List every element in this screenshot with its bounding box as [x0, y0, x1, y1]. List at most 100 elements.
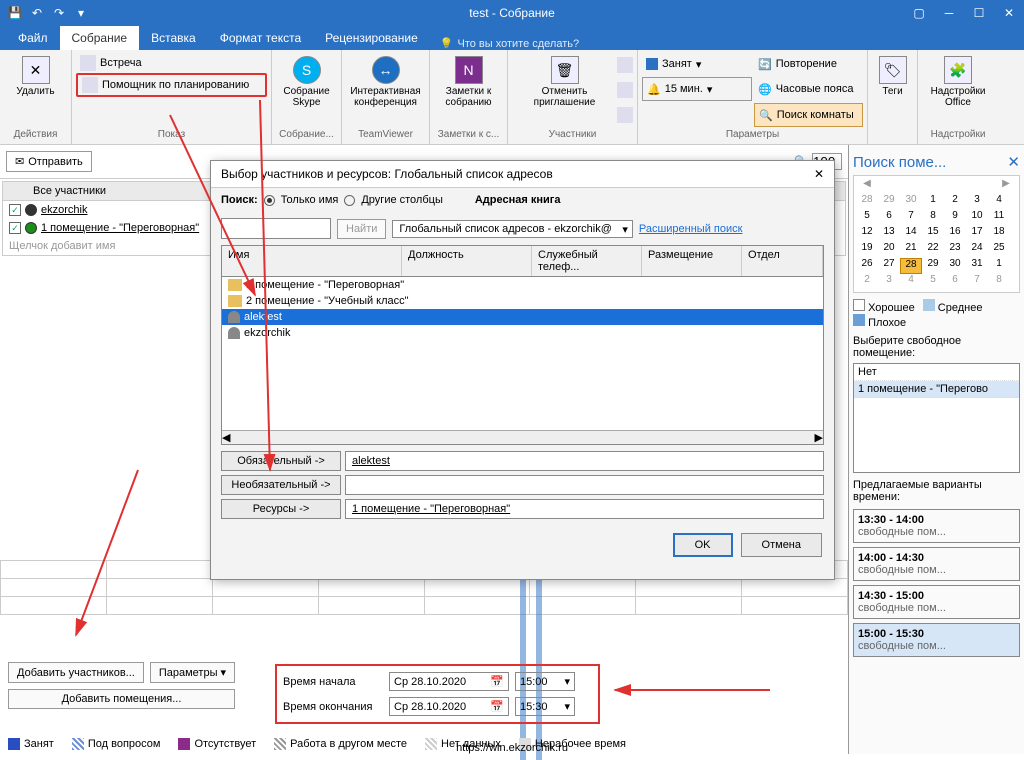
show-as-dropdown[interactable]: Занят▾ — [642, 53, 752, 75]
tab-review[interactable]: Рецензирование — [313, 26, 430, 50]
scheduling-assistant-button[interactable]: Помощник по планированию — [76, 73, 267, 97]
calendar-day[interactable]: 3 — [878, 274, 900, 290]
ribbon-options-icon[interactable]: ▢ — [904, 0, 934, 25]
ok-button[interactable]: OK — [673, 533, 733, 557]
tab-file[interactable]: Файл — [6, 26, 60, 50]
calendar-day[interactable]: 9 — [944, 210, 966, 226]
required-button[interactable]: Обязательный -> — [221, 451, 341, 471]
optional-field[interactable] — [345, 475, 824, 495]
calendar-day[interactable]: 20 — [878, 242, 900, 258]
dialog-search-input[interactable] — [221, 218, 331, 239]
optional-button[interactable]: Необязательный -> — [221, 475, 341, 495]
tab-format[interactable]: Формат текста — [208, 26, 313, 50]
end-time-input[interactable]: 15:30▾ — [515, 697, 575, 716]
timezones-button[interactable]: 🌐 Часовые пояса — [754, 77, 863, 101]
delete-button[interactable]: ✕ Удалить — [4, 53, 67, 100]
calendar-day[interactable]: 27 — [878, 258, 900, 274]
calendar-day[interactable]: 29 — [878, 194, 900, 210]
calendar-day[interactable]: 30 — [900, 194, 922, 210]
address-book-dropdown[interactable]: Глобальный список адресов - ekzorchik@ ▾ — [392, 220, 632, 238]
calendar-picker-icon[interactable]: 📅 — [490, 675, 504, 688]
time-slot[interactable]: 14:00 - 14:30свободные пом... — [853, 547, 1020, 581]
calendar-day[interactable]: 5 — [922, 274, 944, 290]
appointment-button[interactable]: Встреча — [76, 53, 267, 73]
onenote-button[interactable]: N Заметки к собранию — [434, 53, 503, 111]
checkbox-icon[interactable]: ✓ — [9, 204, 21, 216]
room-finder-button[interactable]: 🔍 Поиск комнаты — [754, 103, 863, 127]
calendar-day[interactable]: 21 — [900, 242, 922, 258]
save-icon[interactable]: 💾 — [6, 4, 24, 22]
calendar-day[interactable]: 28 — [856, 194, 878, 210]
calendar-day[interactable]: 4 — [900, 274, 922, 290]
add-rooms-button[interactable]: Добавить помещения... — [8, 689, 235, 709]
calendar-day[interactable]: 26 — [856, 258, 878, 274]
calendar-day[interactable]: 31 — [966, 258, 988, 274]
close-pane-icon[interactable]: ✕ — [1007, 153, 1020, 171]
next-month-icon[interactable]: ▶ — [995, 178, 1017, 194]
qat-customize-icon[interactable]: ▾ — [72, 4, 90, 22]
close-icon[interactable]: ✕ — [994, 0, 1024, 25]
address-list[interactable]: Имя Должность Служебный телеф... Размеще… — [221, 245, 824, 445]
calendar-day[interactable]: 14 — [900, 226, 922, 242]
calendar-day[interactable]: 23 — [944, 242, 966, 258]
calendar-day[interactable]: 28 — [900, 258, 922, 274]
skype-meeting-button[interactable]: S Собрание Skype — [276, 53, 337, 111]
undo-icon[interactable]: ↶ — [28, 4, 46, 22]
other-columns-radio[interactable] — [344, 195, 355, 206]
cancel-invitation-button[interactable]: 🗑 Отменить приглашение — [512, 53, 617, 127]
only-name-radio[interactable] — [264, 195, 275, 206]
calendar-day[interactable]: 4 — [988, 194, 1010, 210]
list-item[interactable]: alektest — [222, 309, 823, 325]
reminder-dropdown[interactable]: 🔔 15 мин.▾ — [642, 77, 752, 101]
add-attendees-button[interactable]: Добавить участников... — [8, 662, 144, 683]
resources-button[interactable]: Ресурсы -> — [221, 499, 341, 519]
maximize-icon[interactable]: ☐ — [964, 0, 994, 25]
advanced-search-link[interactable]: Расширенный поиск — [639, 223, 743, 235]
start-time-input[interactable]: 15:00▾ — [515, 672, 575, 691]
address-book-icon[interactable] — [617, 57, 633, 73]
minimize-icon[interactable]: ─ — [934, 0, 964, 25]
calendar-day[interactable]: 30 — [944, 258, 966, 274]
calendar-day[interactable]: 24 — [966, 242, 988, 258]
calendar-day[interactable]: 7 — [900, 210, 922, 226]
start-date-input[interactable]: Ср 28.10.2020📅 — [389, 672, 509, 691]
calendar-day[interactable]: 1 — [988, 258, 1010, 274]
start-time-marker[interactable] — [520, 560, 526, 760]
dialog-close-icon[interactable]: ✕ — [814, 167, 824, 181]
calendar-day[interactable]: 13 — [878, 226, 900, 242]
cancel-button[interactable]: Отмена — [741, 533, 822, 557]
calendar-picker-icon[interactable]: 📅 — [490, 700, 504, 713]
options-dropdown[interactable]: Параметры ▾ — [150, 662, 235, 683]
calendar-day[interactable]: 5 — [856, 210, 878, 226]
calendar-day[interactable]: 29 — [922, 258, 944, 274]
scheduling-grid[interactable] — [0, 560, 848, 760]
calendar-day[interactable]: 2 — [856, 274, 878, 290]
addins-button[interactable]: 🧩 Надстройки Office — [922, 53, 994, 111]
tab-meeting[interactable]: Собрание — [60, 26, 140, 50]
prev-month-icon[interactable]: ◀ — [856, 178, 878, 194]
required-field[interactable]: alektest — [345, 451, 824, 471]
end-time-marker[interactable] — [536, 560, 542, 760]
calendar-day[interactable]: 1 — [922, 194, 944, 210]
calendar-day[interactable]: 16 — [944, 226, 966, 242]
calendar-day[interactable]: 6 — [878, 210, 900, 226]
chevron-down-icon[interactable]: ▾ — [564, 675, 570, 688]
list-item[interactable]: 1 помещение - "Переговорная" — [222, 277, 823, 293]
calendar-day[interactable]: 2 — [944, 194, 966, 210]
tell-me-search[interactable]: 💡 Что вы хотите сделать? — [440, 37, 579, 50]
send-button[interactable]: ✉ Отправить — [6, 151, 92, 172]
calendar-day[interactable]: 3 — [966, 194, 988, 210]
horizontal-scrollbar[interactable]: ◀▶ — [222, 430, 823, 444]
end-date-input[interactable]: Ср 28.10.2020📅 — [389, 697, 509, 716]
time-slot[interactable]: 15:00 - 15:30свободные пом... — [853, 623, 1020, 657]
time-slot[interactable]: 14:30 - 15:00свободные пом... — [853, 585, 1020, 619]
chevron-down-icon[interactable]: ▾ — [564, 700, 570, 713]
calendar-day[interactable]: 8 — [922, 210, 944, 226]
check-names-icon[interactable] — [617, 82, 633, 98]
response-options-icon[interactable] — [617, 107, 633, 123]
redo-icon[interactable]: ↷ — [50, 4, 68, 22]
room-list-item[interactable]: Нет — [854, 364, 1019, 381]
tab-insert[interactable]: Вставка — [139, 26, 208, 50]
calendar-day[interactable]: 6 — [944, 274, 966, 290]
time-slot[interactable]: 13:30 - 14:00свободные пом... — [853, 509, 1020, 543]
